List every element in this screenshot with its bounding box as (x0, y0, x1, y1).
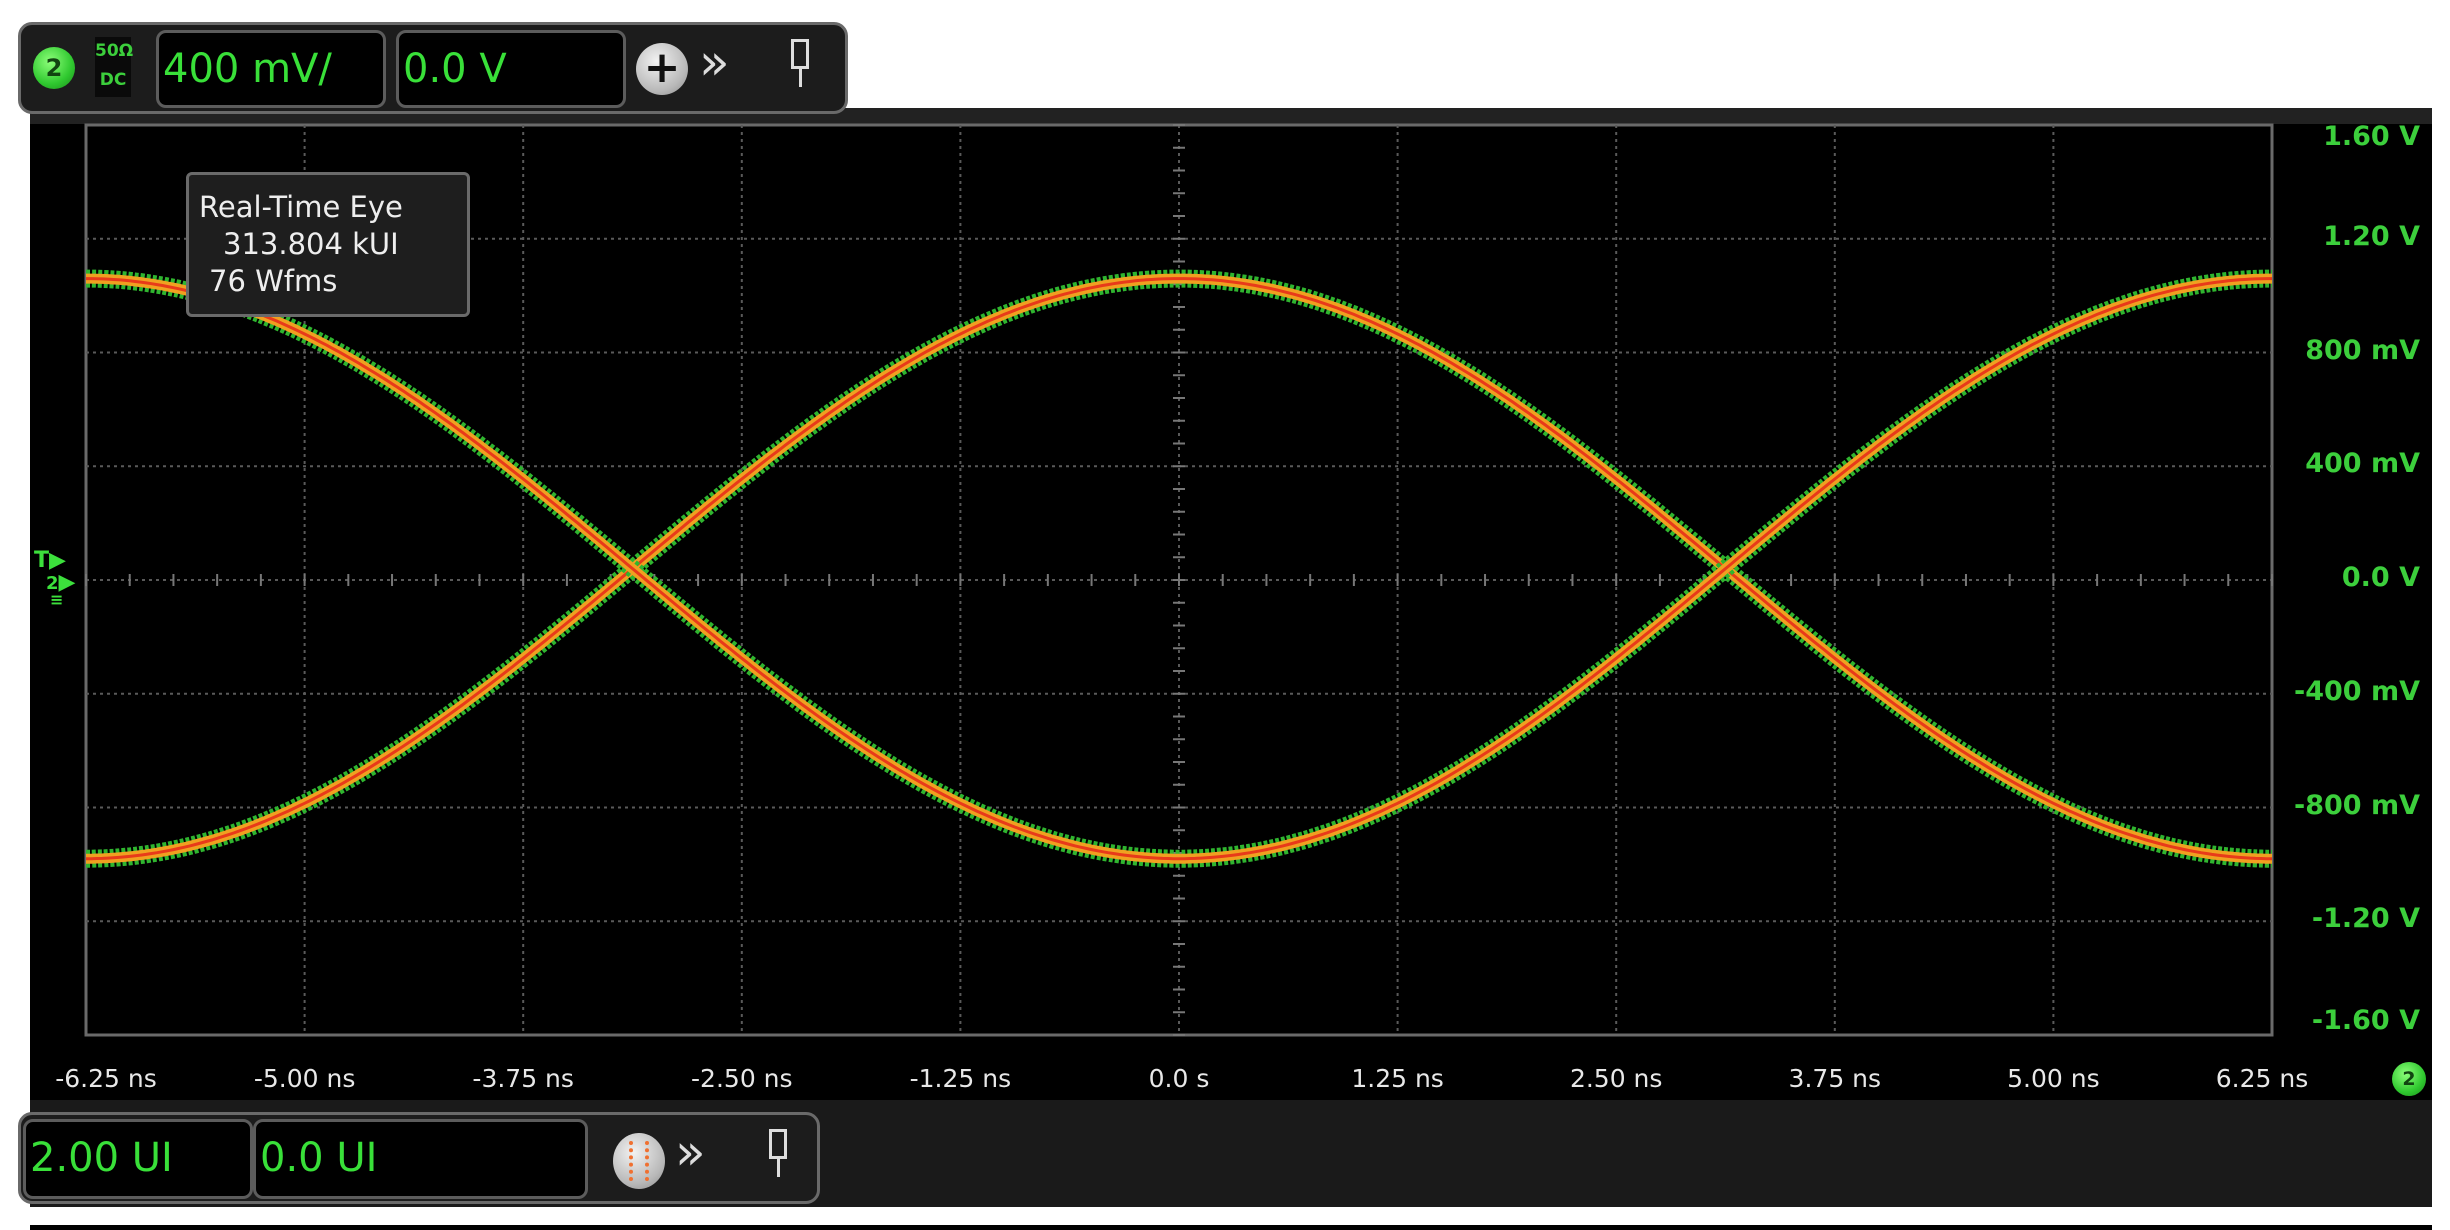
channel-toolbar: 2 50Ω DC 400 mV/ 0.0 V + » (18, 22, 848, 114)
horizontal-position-field[interactable]: 0.0 UI (253, 1119, 588, 1199)
x-tick-label: -1.25 ns (909, 1064, 1012, 1093)
add-icon: + (643, 42, 681, 93)
x-tick-label: 2.50 ns (1569, 1064, 1663, 1093)
y-tick-label: 1.60 V (2323, 121, 2420, 152)
eye-mode-icon (629, 1141, 649, 1181)
y-tick-label: 1.20 V (2323, 220, 2420, 252)
horizontal-scale-field[interactable]: 2.00 UI (23, 1119, 253, 1199)
y-tick-label: -400 mV (2294, 675, 2420, 707)
info-waveforms: 76 Wfms (209, 264, 338, 298)
x-tick-label: 3.75 ns (1788, 1064, 1882, 1093)
y-tick-label: -1.60 V (2311, 1005, 2420, 1036)
y-tick-label: -1.20 V (2311, 903, 2420, 935)
impedance-coupling-badge[interactable]: 50Ω DC (95, 37, 134, 97)
expand-chevron-icon[interactable]: » (675, 1123, 706, 1181)
vertical-offset-field[interactable]: 0.0 V (396, 30, 626, 108)
x-tick-label: -3.75 ns (472, 1064, 574, 1093)
x-tick-label: -2.50 ns (691, 1064, 793, 1093)
expand-chevron-icon[interactable]: » (699, 33, 730, 91)
pin-stem (777, 1159, 780, 1177)
y-tick-label: 800 mV (2305, 334, 2420, 366)
y-tick-label: 400 mV (2305, 448, 2420, 480)
x-tick-label: 6.25 ns (2215, 1064, 2309, 1093)
channel-2-indicator[interactable]: 2 (2392, 1062, 2426, 1096)
pin-icon[interactable] (791, 39, 809, 69)
ground-icon: ≡ (50, 590, 64, 609)
oscilloscope-display: 2 50Ω DC 400 mV/ 0.0 V + » Real-Time Eye… (0, 0, 2450, 1230)
impedance-label: 50Ω (95, 41, 134, 61)
coupling-label: DC (99, 70, 127, 90)
info-title: Real-Time Eye (199, 190, 403, 224)
real-time-eye-info: Real-Time Eye 313.804 kUI 76 Wfms (186, 172, 470, 317)
x-tick-label: 0.0 s (1148, 1064, 1210, 1093)
add-button[interactable]: + (636, 43, 688, 95)
info-ui-count: 313.804 kUI (223, 227, 399, 261)
x-tick-label: -6.25 ns (55, 1064, 157, 1093)
eye-mode-button[interactable] (613, 1133, 665, 1189)
timebase-toolbar: 2.00 UI 0.0 UI » (18, 1112, 820, 1204)
pin-stem (799, 69, 802, 87)
pin-icon[interactable] (769, 1129, 787, 1159)
ground-reference-marker[interactable]: 2▶ ≡ (46, 570, 75, 609)
x-tick-label: 1.25 ns (1351, 1064, 1444, 1093)
x-tick-label: -5.00 ns (253, 1064, 356, 1093)
y-tick-label: -800 mV (2294, 789, 2420, 821)
x-tick-label: 5.00 ns (2007, 1064, 2100, 1093)
bottom-margin (0, 1207, 2450, 1225)
y-tick-label: 0.0 V (2341, 562, 2420, 593)
vertical-scale-field[interactable]: 400 mV/ (156, 30, 386, 108)
channel-2-button[interactable]: 2 (33, 47, 75, 89)
